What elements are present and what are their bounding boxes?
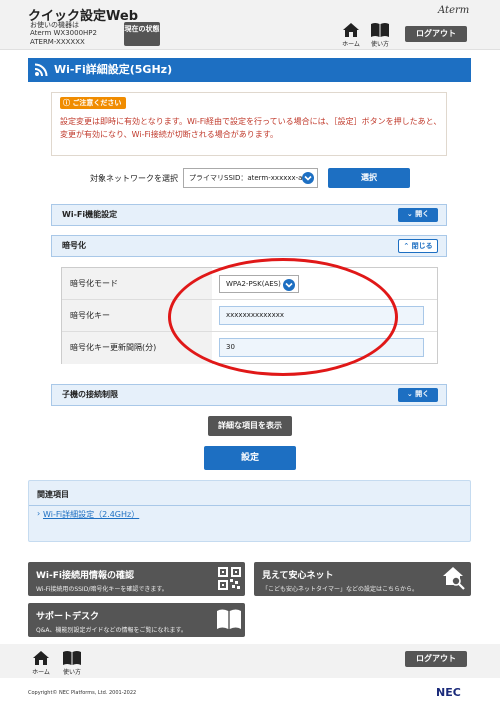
- child-restriction-toggle-label: 開く: [415, 390, 430, 398]
- section-encryption[interactable]: 暗号化 ⌃ 閉じる: [51, 235, 447, 257]
- encryption-key-label: 暗号化キー: [62, 300, 212, 331]
- encryption-key-row: 暗号化キー xxxxxxxxxxxxxx: [62, 300, 437, 332]
- page-title-bar: Wi-Fi詳細設定(5GHz): [28, 58, 471, 82]
- help-label: 使い方: [370, 41, 389, 48]
- page-title: Wi-Fi詳細設定(5GHz): [54, 63, 173, 76]
- chevron-up-icon: ⌃: [403, 242, 412, 250]
- related-divider: [29, 505, 470, 506]
- network-selected-value: プライマリSSID：aterm-xxxxxx-a: [189, 174, 303, 182]
- chevron-down-icon: ⌄: [406, 390, 416, 398]
- logout-button[interactable]: ログアウト: [405, 26, 467, 42]
- encryption-mode-label: 暗号化モード: [62, 268, 212, 299]
- qr-code-icon: [218, 567, 241, 590]
- support-desk-title: サポートデスク: [36, 612, 100, 622]
- caution-text: 設定変更は即時に有効となります。Wi-Fi経由で設定を行っている場合には、［設定…: [60, 117, 442, 139]
- network-select[interactable]: プライマリSSID：aterm-xxxxxx-a: [183, 168, 318, 188]
- caution-badge-label: ご注意ください: [72, 99, 122, 107]
- section-encryption-label: 暗号化: [62, 241, 86, 250]
- footer-bar: ホーム 使い方 ログアウト: [0, 644, 500, 678]
- device-id: ATERM-XXXXXX: [30, 38, 85, 46]
- chevron-down-icon: [283, 279, 295, 291]
- copyright: Copyright© NEC Platforms, Ltd. 2001-2022: [28, 690, 137, 696]
- caution-box: ⓘ ご注意ください 設定変更は即時に有効となります。Wi-Fi経由で設定を行って…: [51, 92, 447, 156]
- caution-badge: ⓘ ご注意ください: [60, 97, 127, 109]
- footer-home-label: ホーム: [32, 669, 50, 676]
- section-child-restriction-label: 子機の接続制限: [62, 390, 118, 399]
- nec-logo: NEC: [436, 686, 461, 699]
- encryption-mode-row: 暗号化モード WPA2-PSK(AES): [62, 268, 437, 300]
- footer-help-label: 使い方: [62, 669, 81, 676]
- footer-home-nav[interactable]: ホーム: [30, 650, 52, 676]
- network-label: 対象ネットワークを選択: [90, 174, 178, 183]
- network-select-button[interactable]: 選択: [328, 168, 410, 188]
- support-desk-desc: Q&A、機能別設定ガイドなどの情報をご覧になれます。: [36, 627, 187, 634]
- help-nav[interactable]: 使い方: [368, 22, 392, 48]
- section-wifi-function[interactable]: Wi-Fi機能設定 ⌄ 開く: [51, 204, 447, 226]
- encryption-key-input[interactable]: xxxxxxxxxxxxxx: [219, 306, 424, 325]
- support-desk-card[interactable]: サポートデスク Q&A、機能別設定ガイドなどの情報をご覧になれます。: [28, 603, 245, 637]
- chevron-down-icon: [302, 172, 314, 184]
- related-heading: 関連項目: [37, 490, 69, 499]
- home-icon: [33, 651, 49, 665]
- key-interval-label: 暗号化キー更新間隔(分): [62, 332, 212, 364]
- safety-net-title: 見えて安心ネット: [262, 571, 334, 581]
- wifi-function-toggle-label: 開く: [415, 210, 430, 218]
- key-interval-row: 暗号化キー更新間隔(分) 30: [62, 332, 437, 364]
- footer-help-nav[interactable]: 使い方: [60, 650, 84, 676]
- chevron-down-icon: ⌄: [406, 210, 416, 218]
- encryption-toggle-label: 閉じる: [411, 242, 433, 250]
- encryption-mode-select[interactable]: WPA2-PSK(AES): [219, 275, 299, 293]
- home-nav[interactable]: ホーム: [340, 22, 362, 48]
- wifi-info-desc: Wi-Fi接続用のSSID/暗号化キーを確認できます。: [36, 586, 168, 593]
- book-icon: [63, 651, 81, 665]
- key-interval-input[interactable]: 30: [219, 338, 424, 357]
- home-icon: [343, 23, 359, 37]
- wifi-icon: [34, 63, 48, 77]
- encryption-table: 暗号化モード WPA2-PSK(AES) 暗号化キー xxxxxxxxxxxxx…: [61, 267, 438, 364]
- apply-settings-button[interactable]: 設定: [204, 446, 296, 470]
- footer-logout-button[interactable]: ログアウト: [405, 651, 467, 667]
- bullet-icon: ›: [37, 509, 41, 518]
- brand-logo: Aterm: [438, 5, 470, 16]
- related-items: 関連項目 › Wi-Fi詳細設定（2.4GHz）: [28, 480, 471, 542]
- show-details-button[interactable]: 詳細な項目を表示: [208, 416, 292, 436]
- section-child-restriction[interactable]: 子機の接続制限 ⌄ 開く: [51, 384, 447, 406]
- child-restriction-open-button[interactable]: ⌄ 開く: [398, 388, 438, 402]
- safety-net-card[interactable]: 見えて安心ネット 「こども安心ネットタイマー」などの設定はこちらから。: [254, 562, 471, 596]
- encryption-close-button[interactable]: ⌃ 閉じる: [398, 239, 438, 253]
- wifi-info-card[interactable]: Wi-Fi接続用情報の確認 Wi-Fi接続用のSSID/暗号化キーを確認できます…: [28, 562, 245, 596]
- safety-net-desc: 「こども安心ネットタイマー」などの設定はこちらから。: [262, 586, 419, 593]
- device-model: Aterm WX3000HP2: [30, 29, 97, 37]
- wifi-info-title: Wi-Fi接続用情報の確認: [36, 571, 134, 581]
- house-search-icon: [443, 567, 465, 590]
- book-icon: [371, 23, 389, 37]
- wifi-function-open-button[interactable]: ⌄ 開く: [398, 208, 438, 222]
- book-icon: [217, 609, 241, 629]
- home-label: ホーム: [342, 41, 360, 48]
- status-button[interactable]: 現在の状態: [124, 22, 160, 46]
- header: クイック設定Web お使いの機器は Aterm WX3000HP2 ATERM-…: [0, 0, 500, 50]
- section-wifi-function-label: Wi-Fi機能設定: [62, 210, 118, 219]
- related-link-24ghz[interactable]: Wi-Fi詳細設定（2.4GHz）: [43, 509, 139, 520]
- encryption-mode-value: WPA2-PSK(AES): [226, 280, 281, 288]
